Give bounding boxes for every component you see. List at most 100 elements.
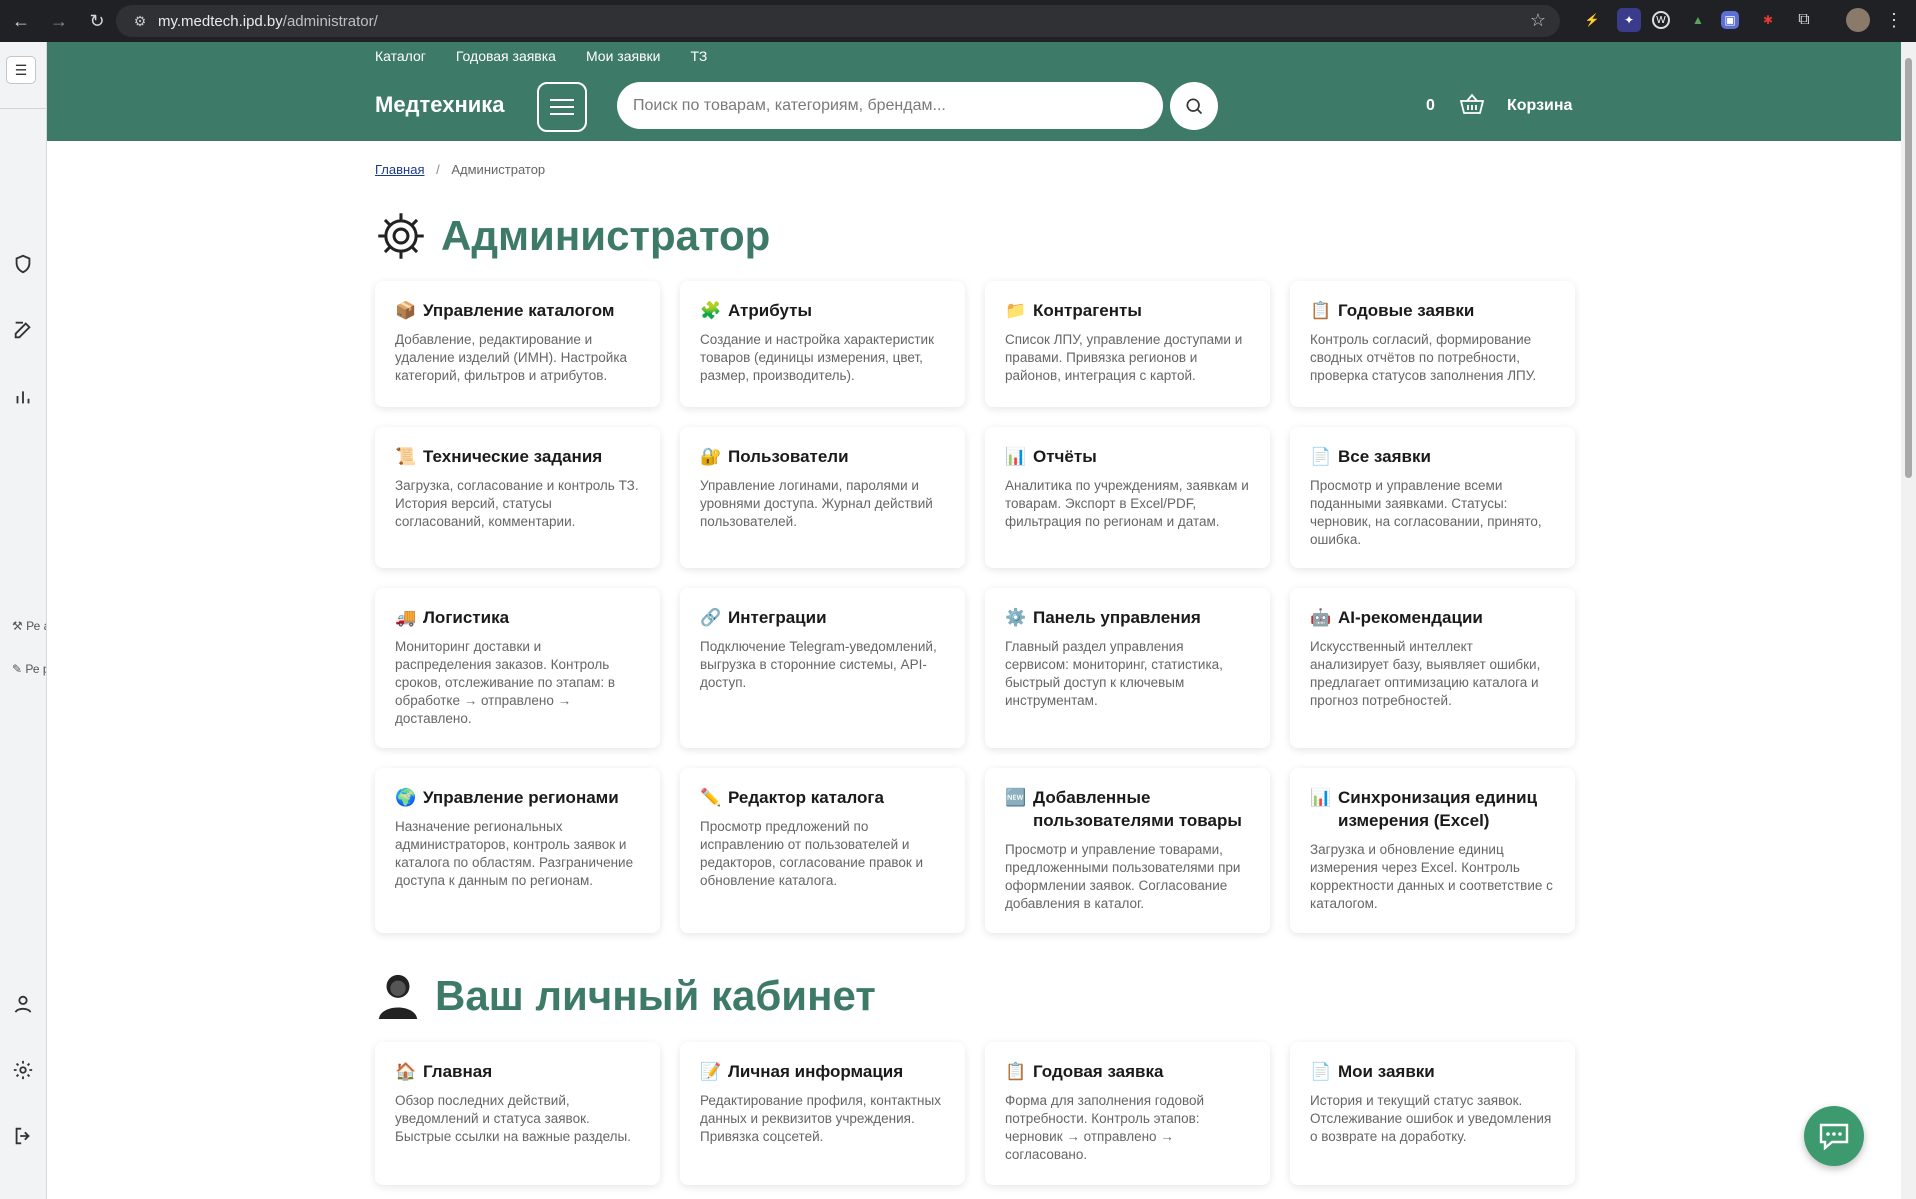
- search-input[interactable]: [617, 82, 1163, 129]
- personal-card[interactable]: 📄 Мои заявки История и текущий статус заяв…: [1290, 1042, 1575, 1185]
- rail-item-admin[interactable]: ⚒ Ре адм: [12, 619, 46, 633]
- extension-icon[interactable]: ▣: [1721, 11, 1739, 29]
- admin-card[interactable]: 📁 Контрагенты Список ЛПУ, управление досту…: [985, 281, 1270, 407]
- admin-card[interactable]: 📦 Управление каталогом Добавление, редакти…: [375, 281, 660, 407]
- card-description: Главный раздел управления сервисом: мони…: [1005, 639, 1223, 708]
- card-emoji-icon: 📦: [395, 301, 417, 320]
- catalog-menu-button[interactable]: [537, 82, 587, 132]
- card-description: Редактирование профиля, контактных данны…: [700, 1093, 941, 1144]
- extensions-puzzle-icon[interactable]: ⧉: [1792, 8, 1816, 32]
- site-logo[interactable]: Медтехника: [375, 92, 505, 118]
- browser-toolbar: ← → ↻ ⚙ my.medtech.ipd.by/administrator/…: [0, 0, 1916, 42]
- user-icon[interactable]: [7, 988, 39, 1020]
- person-icon: [378, 974, 418, 1019]
- extension-icon[interactable]: ⚡: [1580, 8, 1604, 32]
- admin-card[interactable]: 🆕 Добавленные пользователями товары Просмо…: [985, 768, 1270, 933]
- card-description: Просмотр и управление всеми поданными за…: [1310, 478, 1542, 547]
- bar-chart-icon[interactable]: [7, 380, 39, 412]
- extension-icon[interactable]: ✦: [1617, 8, 1641, 32]
- admin-card[interactable]: 🔐 Пользователи Управление логинами, пароля…: [680, 427, 965, 568]
- back-icon[interactable]: ←: [4, 4, 38, 38]
- bookmark-star-icon[interactable]: ☆: [1530, 10, 1546, 31]
- card-title-text: Технические задания: [423, 447, 603, 466]
- admin-card[interactable]: 📜 Технические задания Загрузка, согласован…: [375, 427, 660, 568]
- breadcrumb-home[interactable]: Главная: [375, 162, 424, 177]
- admin-card[interactable]: 🧩 Атрибуты Создание и настройка характерис…: [680, 281, 965, 407]
- card-title-text: Все заявки: [1338, 447, 1431, 466]
- personal-section-heading: Ваш личный кабинет: [375, 970, 876, 1022]
- nav-annual-request[interactable]: Годовая заявка: [456, 48, 556, 64]
- card-description: Просмотр предложений по исправлению от п…: [700, 819, 924, 888]
- forward-icon[interactable]: →: [42, 4, 76, 38]
- menu-toggle-icon[interactable]: ☰: [6, 56, 36, 84]
- settings-gear-icon[interactable]: [7, 1054, 39, 1086]
- edit-icon[interactable]: [7, 314, 39, 346]
- admin-card[interactable]: 🔗 Интеграции Подключение Telegram-уведомле…: [680, 588, 965, 748]
- chat-button[interactable]: [1804, 1106, 1864, 1166]
- card-title-text: Атрибуты: [728, 301, 812, 320]
- card-emoji-icon: 📜: [395, 447, 417, 466]
- url-path: /administrator/: [282, 12, 378, 30]
- card-title: 📜 Технические задания: [395, 445, 640, 468]
- nav-tz[interactable]: ТЗ: [690, 48, 707, 64]
- card-title: 📄 Все заявки: [1310, 445, 1555, 468]
- card-title: 🚚 Логистика: [395, 606, 640, 629]
- shield-icon[interactable]: [7, 248, 39, 280]
- address-bar[interactable]: ⚙ my.medtech.ipd.by/administrator/ ☆: [116, 5, 1560, 37]
- admin-card[interactable]: 📋 Годовые заявки Контроль согласий, формир…: [1290, 281, 1575, 407]
- admin-card[interactable]: 📊 Отчёты Аналитика по учреждениям, заявкам…: [985, 427, 1270, 568]
- card-title-text: Пользователи: [728, 447, 849, 466]
- admin-card[interactable]: 📄 Все заявки Просмотр и управление всеми п…: [1290, 427, 1575, 568]
- admin-card[interactable]: 🤖 AI-рекомендации Искусственный интеллект …: [1290, 588, 1575, 748]
- site-info-icon[interactable]: ⚙: [126, 13, 154, 30]
- reload-icon[interactable]: ↻: [80, 4, 114, 38]
- basket-icon[interactable]: [1459, 92, 1485, 121]
- extension-icon[interactable]: W: [1652, 11, 1670, 29]
- page-title: Администратор: [441, 212, 771, 259]
- nav-catalog[interactable]: Каталог: [375, 48, 426, 64]
- card-title-text: Управление каталогом: [423, 301, 615, 320]
- logout-icon[interactable]: [7, 1120, 39, 1152]
- card-emoji-icon: 🔗: [700, 608, 722, 627]
- card-title: 🔐 Пользователи: [700, 445, 945, 468]
- top-nav: Каталог Годовая заявка Мои заявки ТЗ: [375, 48, 707, 64]
- personal-card[interactable]: 📋 Годовая заявка Форма для заполнения годо…: [985, 1042, 1270, 1185]
- card-description: Аналитика по учреждениям, заявкам и това…: [1005, 478, 1249, 529]
- cart-link[interactable]: Корзина: [1507, 97, 1572, 115]
- scrollbar-thumb[interactable]: [1905, 58, 1912, 478]
- card-title: 🆕 Добавленные пользователями товары: [1005, 786, 1250, 832]
- nav-my-requests[interactable]: Мои заявки: [586, 48, 660, 64]
- card-description: Просмотр и управление товарами, предложе…: [1005, 842, 1241, 911]
- browser-menu-icon[interactable]: ⋮: [1882, 8, 1906, 32]
- breadcrumb: Главная / Администратор: [375, 162, 545, 177]
- cart-count: 0: [1426, 97, 1435, 114]
- admin-card[interactable]: 📊 Синхронизация единиц измерения (Excel) З…: [1290, 768, 1575, 933]
- card-title-text: Годовая заявка: [1033, 1062, 1164, 1081]
- chat-bubble-icon: [1819, 1123, 1849, 1150]
- card-emoji-icon: 🤖: [1310, 608, 1332, 627]
- admin-cards-grid: 📦 Управление каталогом Добавление, редакти…: [375, 281, 1577, 933]
- extension-icon[interactable]: ▲: [1686, 8, 1710, 32]
- personal-card[interactable]: 🏠 Главная Обзор последних действий, уведом…: [375, 1042, 660, 1185]
- card-description: Добавление, редактирование и удаление из…: [395, 332, 628, 383]
- admin-card[interactable]: ✏️ Редактор каталога Просмотр предложений …: [680, 768, 965, 933]
- card-title-text: Панель управления: [1033, 608, 1201, 627]
- rail-item-editor[interactable]: ✎ Ре ре: [12, 662, 46, 676]
- extension-icon[interactable]: ✱: [1756, 8, 1780, 32]
- card-description: Искусственный интеллект анализирует базу…: [1310, 639, 1541, 708]
- admin-card[interactable]: 🚚 Логистика Мониторинг доставки и распреде…: [375, 588, 660, 748]
- card-description: Обзор последних действий, уведомлений и …: [395, 1093, 631, 1144]
- breadcrumb-current: Администратор: [451, 162, 546, 177]
- search-button[interactable]: [1170, 82, 1218, 130]
- scrollbar[interactable]: [1901, 42, 1916, 1199]
- admin-card[interactable]: 🌍 Управление регионами Назначение регионал…: [375, 768, 660, 933]
- personal-card[interactable]: 📝 Личная информация Редактирование профиля…: [680, 1042, 965, 1185]
- card-title: 🌍 Управление регионами: [395, 786, 640, 809]
- card-emoji-icon: 📄: [1310, 1062, 1332, 1081]
- profile-avatar[interactable]: [1846, 8, 1870, 32]
- admin-card[interactable]: ⚙️ Панель управления Главный раздел управл…: [985, 588, 1270, 748]
- card-title: 🧩 Атрибуты: [700, 299, 945, 322]
- card-title: 📊 Отчёты: [1005, 445, 1250, 468]
- personal-cards-grid: 🏠 Главная Обзор последних действий, уведом…: [375, 1042, 1577, 1185]
- card-emoji-icon: 🔐: [700, 447, 722, 466]
